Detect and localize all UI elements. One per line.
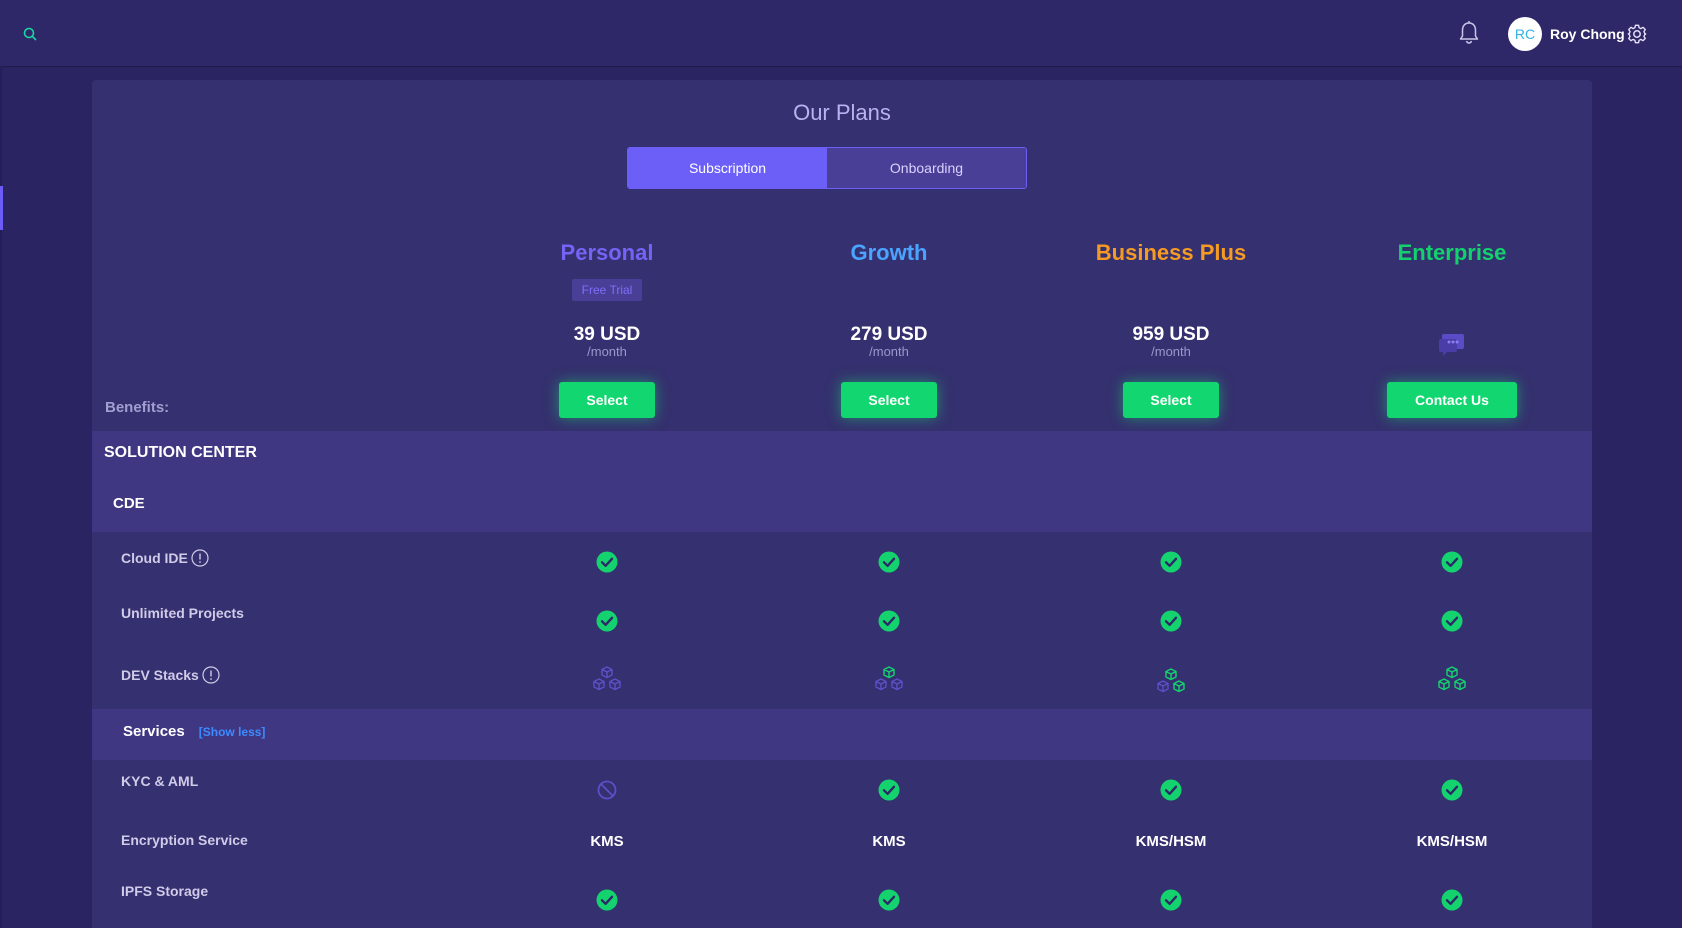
stacks-icon <box>789 664 989 694</box>
row-label-unlimited-projects: Unlimited Projects <box>121 604 244 622</box>
row-label-text: Cloud IDE <box>121 550 188 566</box>
check-icon <box>1352 609 1552 633</box>
chat-icon <box>1352 333 1552 357</box>
plan-name: Enterprise <box>1397 240 1507 265</box>
price-amount: 39 USD <box>573 324 641 345</box>
check-icon <box>1352 550 1552 574</box>
row-label-text: DEV Stacks <box>121 667 199 683</box>
check-icon <box>507 888 707 912</box>
plans-panel: Our Plans Subscription Onboarding Person… <box>92 80 1592 928</box>
stacks-icon <box>507 664 707 694</box>
avatar[interactable]: RC <box>1508 17 1542 51</box>
price-period: /month <box>1151 344 1191 359</box>
bell-icon[interactable] <box>1457 20 1481 46</box>
select-business-plus-button[interactable]: Select <box>1123 382 1219 418</box>
row-label-dev-stacks: DEV Stacks <box>121 666 220 684</box>
select-growth-button[interactable]: Select <box>841 382 937 418</box>
check-icon <box>1071 888 1271 912</box>
search-icon[interactable] <box>20 24 40 44</box>
tab-onboarding[interactable]: Onboarding <box>827 148 1026 188</box>
gear-icon[interactable] <box>1626 23 1648 45</box>
user-menu[interactable]: RC Roy Chong <box>1508 17 1625 51</box>
plan-type-tabs: Subscription Onboarding <box>627 147 1027 189</box>
row-label-text: Encryption Service <box>121 832 248 848</box>
sidebar-active-indicator <box>0 186 3 230</box>
top-bar <box>0 0 1682 66</box>
check-icon <box>1352 888 1552 912</box>
check-icon <box>507 609 707 633</box>
plan-name: Business Plus <box>1095 240 1247 265</box>
row-label-cloud-ide: Cloud IDE <box>121 549 209 567</box>
encryption-value: KMS <box>590 832 624 850</box>
check-icon <box>789 550 989 574</box>
info-icon[interactable] <box>191 549 209 567</box>
section-cde: CDE <box>113 495 145 512</box>
free-trial-badge: Free Trial <box>571 279 643 301</box>
price-growth: 279 USD /month <box>789 325 989 359</box>
row-label-text: KYC & AML <box>121 773 199 789</box>
price-business-plus: 959 USD /month <box>1071 325 1271 359</box>
check-icon <box>1071 609 1271 633</box>
solution-center-band <box>92 431 1592 532</box>
benefits-label: Benefits: <box>105 399 170 416</box>
services-band <box>92 709 1592 760</box>
plan-personal-header: Personal Free Trial <box>507 240 707 301</box>
row-label-text: Unlimited Projects <box>121 605 244 621</box>
user-name[interactable]: Roy Chong <box>1550 26 1625 42</box>
row-label-text: IPFS Storage <box>121 883 209 899</box>
plan-name: Growth <box>850 240 928 265</box>
row-label-ipfs-storage: IPFS Storage <box>121 882 208 900</box>
select-personal-button[interactable]: Select <box>559 382 655 418</box>
check-icon <box>507 550 707 574</box>
encryption-value: KMS <box>872 832 906 850</box>
info-icon[interactable] <box>202 666 220 684</box>
price-amount: 279 USD <box>850 324 928 345</box>
price-period: /month <box>587 344 627 359</box>
price-amount: 959 USD <box>1132 324 1210 345</box>
check-icon <box>1071 778 1271 802</box>
tab-subscription[interactable]: Subscription <box>628 148 827 188</box>
services-title: Services <box>123 723 185 740</box>
price-personal: 39 USD /month <box>507 325 707 359</box>
plan-business-plus-header: Business Plus <box>1071 240 1271 266</box>
check-icon <box>1352 778 1552 802</box>
plan-name: Personal <box>560 240 654 265</box>
row-label-kyc-aml: KYC & AML <box>121 772 198 790</box>
row-label-encryption-service: Encryption Service <box>121 831 248 849</box>
check-icon <box>1071 550 1271 574</box>
check-icon <box>789 778 989 802</box>
stacks-icon <box>1071 666 1271 696</box>
encryption-value: KMS/HSM <box>1416 832 1488 850</box>
check-icon <box>789 888 989 912</box>
contact-us-button[interactable]: Contact Us <box>1387 382 1517 418</box>
stacks-icon <box>1352 664 1552 694</box>
page-title: Our Plans <box>793 100 891 125</box>
show-less-link[interactable]: [Show less] <box>199 725 266 739</box>
section-solution-center: SOLUTION CENTER <box>104 444 257 461</box>
section-services: Services [Show less] <box>123 723 265 740</box>
encryption-value: KMS/HSM <box>1135 832 1207 850</box>
plan-enterprise-header: Enterprise <box>1352 240 1552 266</box>
check-icon <box>789 609 989 633</box>
price-period: /month <box>869 344 909 359</box>
plan-growth-header: Growth <box>789 240 989 266</box>
blocked-icon <box>507 778 707 802</box>
